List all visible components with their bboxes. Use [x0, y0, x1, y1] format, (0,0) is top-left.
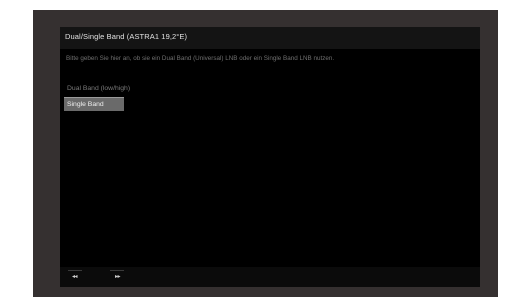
instruction-text: Bitte geben Sie hier an, ob sie ein Dual…: [66, 55, 335, 62]
option-dual-band[interactable]: Dual Band (low/high): [64, 82, 164, 95]
forward-indicator-line: [110, 270, 124, 271]
forward-button[interactable]: ▸▸: [115, 274, 121, 280]
option-single-band[interactable]: Single Band: [64, 97, 124, 111]
back-indicator-line: [68, 270, 82, 271]
dialog-footer: ◂◂ ▸▸: [60, 267, 480, 287]
dialog-title: Dual/Single Band (ASTRA1 19,2°E): [65, 32, 188, 41]
dialog-header: Dual/Single Band (ASTRA1 19,2°E): [60, 27, 480, 49]
setup-dialog: Dual/Single Band (ASTRA1 19,2°E) Bitte g…: [60, 27, 480, 287]
option-list: Dual Band (low/high) Single Band: [64, 82, 184, 113]
back-button[interactable]: ◂◂: [72, 274, 78, 280]
